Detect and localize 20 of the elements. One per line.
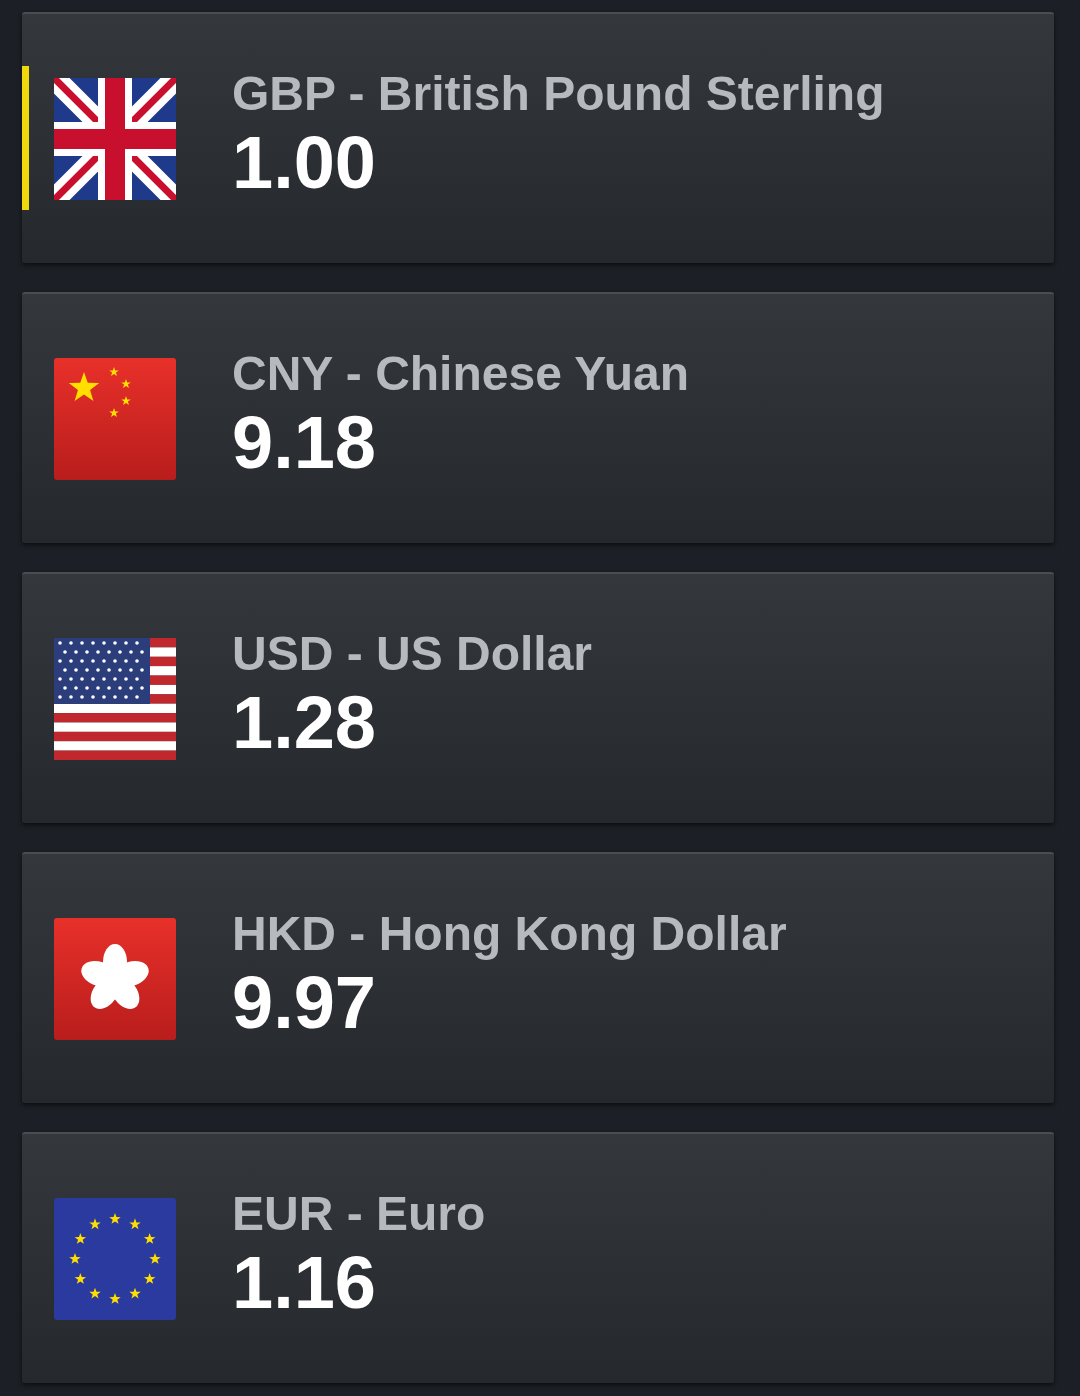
currency-name: GBP - British Pound Sterling: [232, 69, 885, 118]
flag-icon: [54, 357, 176, 480]
currency-row[interactable]: USD - US Dollar 1.28: [22, 572, 1054, 823]
currency-value: 9.18: [232, 405, 378, 480]
currency-value: 1.28: [232, 685, 378, 760]
flag-icon: [54, 1197, 176, 1320]
currency-row[interactable]: GBP - British Pound Sterling 1.00: [22, 12, 1054, 263]
currency-name: USD - US Dollar: [232, 629, 593, 678]
currency-name: EUR - Euro: [232, 1189, 486, 1238]
currency-row[interactable]: EUR - Euro 1.16: [22, 1132, 1054, 1383]
currency-row[interactable]: HKD - Hong Kong Dollar 9.97: [22, 852, 1054, 1103]
currency-name: HKD - Hong Kong Dollar: [232, 909, 787, 958]
flag-icon: [54, 637, 176, 760]
currency-name: CNY - Chinese Yuan: [232, 349, 690, 398]
currency-value: 1.16: [232, 1245, 378, 1320]
flag-icon: [54, 917, 176, 1040]
currency-value: 9.97: [232, 965, 378, 1040]
currency-row[interactable]: CNY - Chinese Yuan 9.18: [22, 292, 1054, 543]
flag-icon: [54, 77, 176, 200]
currency-value: 1.00: [232, 125, 378, 200]
